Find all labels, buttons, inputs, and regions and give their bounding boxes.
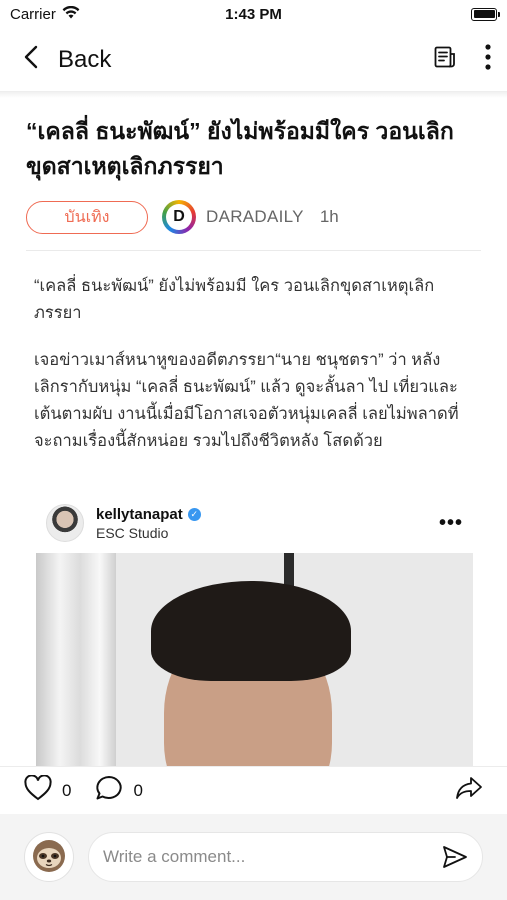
source-logo[interactable]: D <box>162 200 196 234</box>
more-horizontal-icon[interactable]: ••• <box>439 512 463 535</box>
embed-photo[interactable] <box>36 553 473 773</box>
article-title: “เคลลี่ ธนะพัฒน์” ยังไม่พร้อมมีใคร วอนเล… <box>26 118 454 179</box>
more-vertical-icon[interactable] <box>485 44 491 75</box>
action-bar: 0 0 <box>0 766 507 814</box>
nav-shadow <box>0 92 507 98</box>
embed-header: kellytanapat ✓ ESC Studio ••• <box>36 498 473 548</box>
sloth-avatar-icon <box>29 835 69 880</box>
embed-username-row: kellytanapat ✓ <box>96 506 201 523</box>
article-body: “เคลลี่ ธนะพัฒน์” ยังไม่พร้อมมี ใคร วอนเ… <box>0 273 507 455</box>
photo-hair <box>151 581 351 681</box>
chevron-left-icon <box>24 45 38 74</box>
comment-button[interactable]: 0 <box>95 775 143 806</box>
nav-actions <box>433 44 491 75</box>
comment-count: 0 <box>133 780 143 800</box>
embed-subtitle: ESC Studio <box>96 524 169 541</box>
avatar[interactable] <box>46 504 84 542</box>
reader-icon[interactable] <box>433 45 457 74</box>
battery-icon <box>471 7 500 21</box>
embedded-post[interactable]: kellytanapat ✓ ESC Studio ••• <box>36 498 473 773</box>
source-logo-letter: D <box>166 204 192 230</box>
divider <box>26 250 481 251</box>
like-count: 0 <box>62 780 72 800</box>
comment-bubble-icon <box>95 775 123 806</box>
heart-icon <box>24 774 52 806</box>
nav-bar: Back <box>0 28 507 92</box>
category-badge[interactable]: บันเทิง <box>26 200 148 234</box>
carrier-label: Carrier <box>10 5 56 23</box>
article-paragraph: “เคลลี่ ธนะพัฒน์” ยังไม่พร้อมมี ใคร วอนเ… <box>34 277 435 322</box>
article: “เคลลี่ ธนะพัฒน์” ยังไม่พร้อมมีใคร วอนเล… <box>0 100 507 455</box>
article-paragraph: เจอข่าวเมาส์หนาหูของอดีตภรรยา“นาย ชนุชตร… <box>34 351 459 450</box>
share-icon[interactable] <box>455 776 483 805</box>
battery-fill <box>473 10 495 18</box>
publish-time: 1h <box>319 207 339 226</box>
verified-icon: ✓ <box>187 507 201 521</box>
embed-username[interactable]: kellytanapat <box>96 506 183 523</box>
back-button[interactable]: Back <box>24 45 111 74</box>
comment-input[interactable] <box>103 847 442 867</box>
photo-curtain <box>36 553 116 773</box>
user-avatar[interactable] <box>24 832 74 882</box>
article-meta: บันเทิง D DARADAILY 1h <box>0 184 507 234</box>
source-name[interactable]: DARADAILY <box>206 207 304 227</box>
wifi-icon <box>62 5 80 23</box>
like-button[interactable]: 0 <box>24 774 72 806</box>
send-icon[interactable] <box>442 845 468 869</box>
status-bar: Carrier 1:43 PM <box>0 0 507 28</box>
comment-field[interactable] <box>88 832 483 882</box>
comment-bar <box>0 814 507 900</box>
status-left: Carrier <box>10 5 80 23</box>
back-label: Back <box>58 45 112 73</box>
embed-user: kellytanapat ✓ ESC Studio <box>96 506 201 541</box>
